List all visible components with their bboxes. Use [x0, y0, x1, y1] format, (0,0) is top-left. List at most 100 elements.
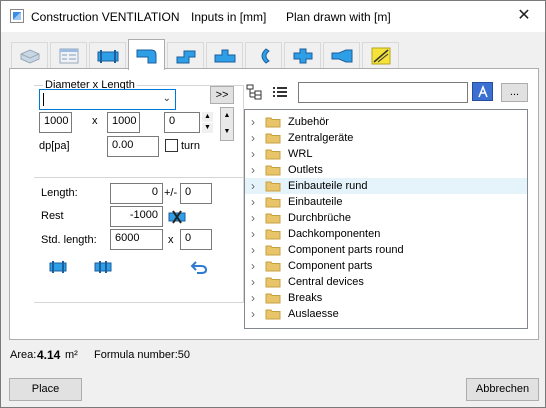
chevron-right-icon[interactable]: ›	[251, 114, 255, 130]
search-input[interactable]	[298, 82, 468, 103]
tree-item[interactable]: › Durchbrüche	[245, 210, 527, 226]
tree-view-icon[interactable]	[244, 82, 265, 101]
chevron-right-icon[interactable]: ›	[251, 146, 255, 162]
form-table-icon	[59, 48, 78, 64]
area-value: 4.14	[37, 348, 61, 362]
folder-icon	[265, 308, 281, 320]
tree-item[interactable]: › Auslaesse	[245, 306, 527, 322]
tab-tee-duct[interactable]	[206, 42, 243, 69]
segmented-duct-icon[interactable]	[92, 257, 113, 276]
tree-item-label: WRL	[288, 148, 313, 160]
std-length-label: Std. length:	[41, 234, 97, 246]
tree-item[interactable]: › Zentralgeräte	[245, 130, 527, 146]
chevron-right-icon[interactable]: ›	[251, 194, 255, 210]
straight-duct-small-icon[interactable]	[47, 257, 68, 276]
folder-icon	[265, 260, 281, 272]
tree-item[interactable]: › Breaks	[245, 290, 527, 306]
chevron-right-icon[interactable]: ›	[251, 210, 255, 226]
chevron-right-icon[interactable]: ›	[251, 130, 255, 146]
size-up-down[interactable]: ▲ ▼	[220, 107, 234, 141]
height-field[interactable]: 1000	[107, 112, 140, 133]
close-icon[interactable]: ✕	[515, 7, 533, 25]
folder-icon	[265, 276, 281, 288]
folder-icon	[265, 292, 281, 304]
window-title: Construction VENTILATION	[31, 10, 180, 24]
tab-diagonal-line[interactable]	[362, 42, 399, 69]
rest-label: Rest	[41, 210, 64, 222]
arrow-down-icon[interactable]: ▼	[221, 124, 233, 140]
arrow-up-icon[interactable]: ▲	[221, 108, 233, 124]
tab-reducer[interactable]	[323, 42, 360, 69]
tab-duct-outline[interactable]	[11, 42, 48, 69]
chevron-right-icon[interactable]: ›	[251, 258, 255, 274]
tree-item[interactable]: › Component parts round	[245, 242, 527, 258]
rest-close-icon[interactable]	[166, 207, 187, 226]
catalog-tree: › Zubehör › Zentralgeräte › WRL › Outlets › Einba…	[244, 109, 528, 329]
cancel-button[interactable]: Abbrechen	[466, 378, 539, 401]
expand-button[interactable]: >>	[210, 86, 234, 104]
offset-duct-icon	[176, 50, 195, 64]
length-label: Length:	[41, 187, 78, 199]
rest-field[interactable]: -1000	[110, 206, 163, 227]
folder-icon	[265, 164, 281, 176]
text-caret	[43, 93, 44, 106]
folder-icon	[265, 132, 281, 144]
chevron-right-icon[interactable]: ›	[251, 306, 255, 322]
dp-label: dp[pa]	[39, 140, 70, 152]
width-field[interactable]: 1000	[39, 112, 72, 133]
folder-icon	[265, 244, 281, 256]
tree-item[interactable]: › Einbauteile	[245, 194, 527, 210]
chevron-down-icon: ⌄	[162, 93, 171, 104]
tab-offset-duct[interactable]	[167, 42, 204, 69]
tree-item[interactable]: › Central devices	[245, 274, 527, 290]
tree-item[interactable]: › Einbauteile rund	[245, 178, 527, 194]
elbow-duct-icon	[136, 49, 156, 64]
spin-down-icon[interactable]: ▼	[202, 123, 213, 133]
tree-item[interactable]: › Component parts	[245, 258, 527, 274]
browse-more-button[interactable]: ...	[501, 83, 528, 102]
tree-item[interactable]: › Dachkomponenten	[245, 226, 527, 242]
plusminus-field[interactable]: 0	[180, 183, 212, 204]
tab-cross-fitting[interactable]	[284, 42, 321, 69]
tree-item-label: Einbauteile	[288, 196, 343, 208]
tab-bend-fitting[interactable]	[245, 42, 282, 69]
tee-duct-icon	[214, 49, 235, 63]
chevron-right-icon[interactable]: ›	[251, 274, 255, 290]
main-panel: Diameter x Length ⌄ >> ▲ ▼ 1000 x 1000 0…	[9, 68, 539, 340]
dialog-window: Construction VENTILATION Inputs in [mm] …	[0, 0, 546, 408]
filter-icon[interactable]	[472, 82, 493, 101]
std-length-field[interactable]: 6000	[110, 229, 163, 250]
chevron-right-icon[interactable]: ›	[251, 226, 255, 242]
plusminus-label: +/-	[164, 187, 178, 199]
tab-strip	[9, 39, 539, 70]
spin-up-icon[interactable]: ▲	[202, 112, 213, 122]
list-view-icon[interactable]	[269, 82, 290, 101]
dp-field[interactable]: 0.00	[107, 136, 159, 157]
tree-item-label: Zentralgeräte	[288, 132, 354, 144]
tree-item[interactable]: › Zubehör	[245, 114, 527, 130]
length-field[interactable]: 0	[110, 183, 163, 204]
plan-unit-label: Plan drawn with [m]	[286, 10, 391, 24]
folder-icon	[265, 196, 281, 208]
tree-item[interactable]: › WRL	[245, 146, 527, 162]
tree-item-label: Auslaesse	[288, 308, 339, 320]
tree-item-label: Central devices	[288, 276, 364, 288]
tab-form-table[interactable]	[50, 42, 87, 69]
diameter-length-combo[interactable]: ⌄	[39, 89, 176, 110]
turn-checkbox[interactable]	[165, 139, 178, 152]
bend-fitting-icon	[261, 48, 270, 64]
undo-icon[interactable]	[188, 257, 209, 276]
tab-straight-duct[interactable]	[89, 42, 126, 69]
tree-item[interactable]: › Outlets	[245, 162, 527, 178]
folder-icon	[265, 148, 281, 160]
chevron-right-icon[interactable]: ›	[251, 178, 255, 194]
std-count-field[interactable]: 0	[180, 229, 212, 250]
third-dimension-field[interactable]: 0	[164, 112, 200, 133]
chevron-right-icon[interactable]: ›	[251, 290, 255, 306]
folder-icon	[265, 212, 281, 224]
chevron-right-icon[interactable]: ›	[251, 162, 255, 178]
straight-duct-icon	[97, 50, 118, 63]
place-button[interactable]: Place	[9, 378, 82, 401]
tab-elbow-duct[interactable]	[128, 39, 165, 70]
chevron-right-icon[interactable]: ›	[251, 242, 255, 258]
